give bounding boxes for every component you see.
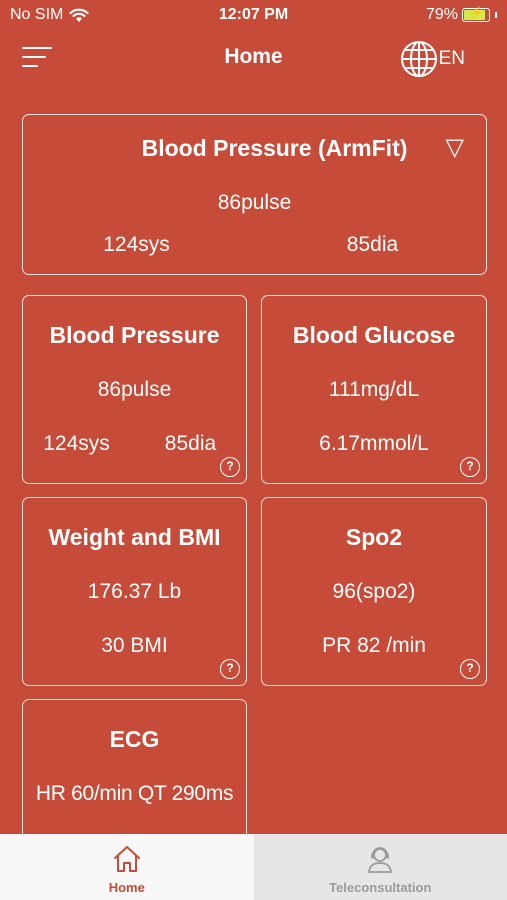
spo2-card[interactable]: Spo2 96(spo2) PR 82 /min ? <box>261 497 487 686</box>
weight-bmi-title: Weight and BMI <box>48 524 221 550</box>
tab-teleconsultation[interactable]: Teleconsultation <box>253 834 507 900</box>
nav-bar: Home EN <box>0 30 507 86</box>
ecg-qt: QT 290ms <box>137 782 234 805</box>
language-button[interactable]: EN <box>399 39 465 79</box>
help-icon[interactable]: ? <box>460 659 480 679</box>
blood-glucose-title: Blood Glucose <box>292 322 456 348</box>
glucose-mgdl: 111mg/dL <box>328 378 420 401</box>
glucose-mmol: 6.17mmol/L <box>319 432 429 455</box>
armfit-card-title: Blood Pressure (ArmFit) <box>141 135 408 161</box>
tab-bar: Home Teleconsultation <box>0 834 507 900</box>
help-icon[interactable]: ? <box>220 457 240 477</box>
pulse-rate-value: PR 82 /min <box>322 634 426 657</box>
language-label: EN <box>438 48 465 69</box>
blood-pressure-card[interactable]: Blood Pressure 86pulse 124sys 85dia ? <box>22 295 247 484</box>
battery-percent: 79% <box>425 6 458 23</box>
armfit-pulse: 86pulse <box>217 191 292 214</box>
tab-home[interactable]: Home <box>0 834 254 900</box>
weight-bmi-card[interactable]: Weight and BMI 176.37 Lb 30 BMI ? <box>22 497 247 686</box>
bmi-value: 30 BMI <box>101 634 168 657</box>
ecg-values: HR 60/min QT 290ms <box>23 782 246 806</box>
globe-icon <box>400 41 437 77</box>
spo2-value: 96(spo2) <box>332 580 416 603</box>
spo2-title: Spo2 <box>345 524 403 550</box>
ecg-hr: HR 60/min <box>35 782 133 805</box>
tab-teleconsultation-label: Teleconsultation <box>329 880 432 895</box>
armfit-dia: 85dia <box>346 233 399 256</box>
device-dropdown-icon[interactable]: ▽ <box>446 133 464 162</box>
ecg-title: ECG <box>109 726 160 752</box>
tab-home-label: Home <box>108 880 145 895</box>
weight-value: 176.37 Lb <box>87 580 182 603</box>
blood-pressure-armfit-card[interactable]: Blood Pressure (ArmFit) ▽ 86pulse 124sys… <box>22 114 487 275</box>
doctor-headset-icon <box>368 847 393 873</box>
blood-pressure-title: Blood Pressure <box>49 322 220 348</box>
status-bar: No SIM 12:07 PM 79% ⚡ <box>0 0 507 30</box>
help-icon[interactable]: ? <box>220 659 240 679</box>
battery-icon: ⚡ <box>462 6 490 22</box>
status-right: 79% ⚡ <box>426 6 497 24</box>
bp-pulse: 86pulse <box>97 378 172 401</box>
blood-glucose-card[interactable]: Blood Glucose 111mg/dL 6.17mmol/L ? <box>261 295 487 484</box>
home-icon <box>113 846 140 872</box>
help-icon[interactable]: ? <box>460 457 480 477</box>
